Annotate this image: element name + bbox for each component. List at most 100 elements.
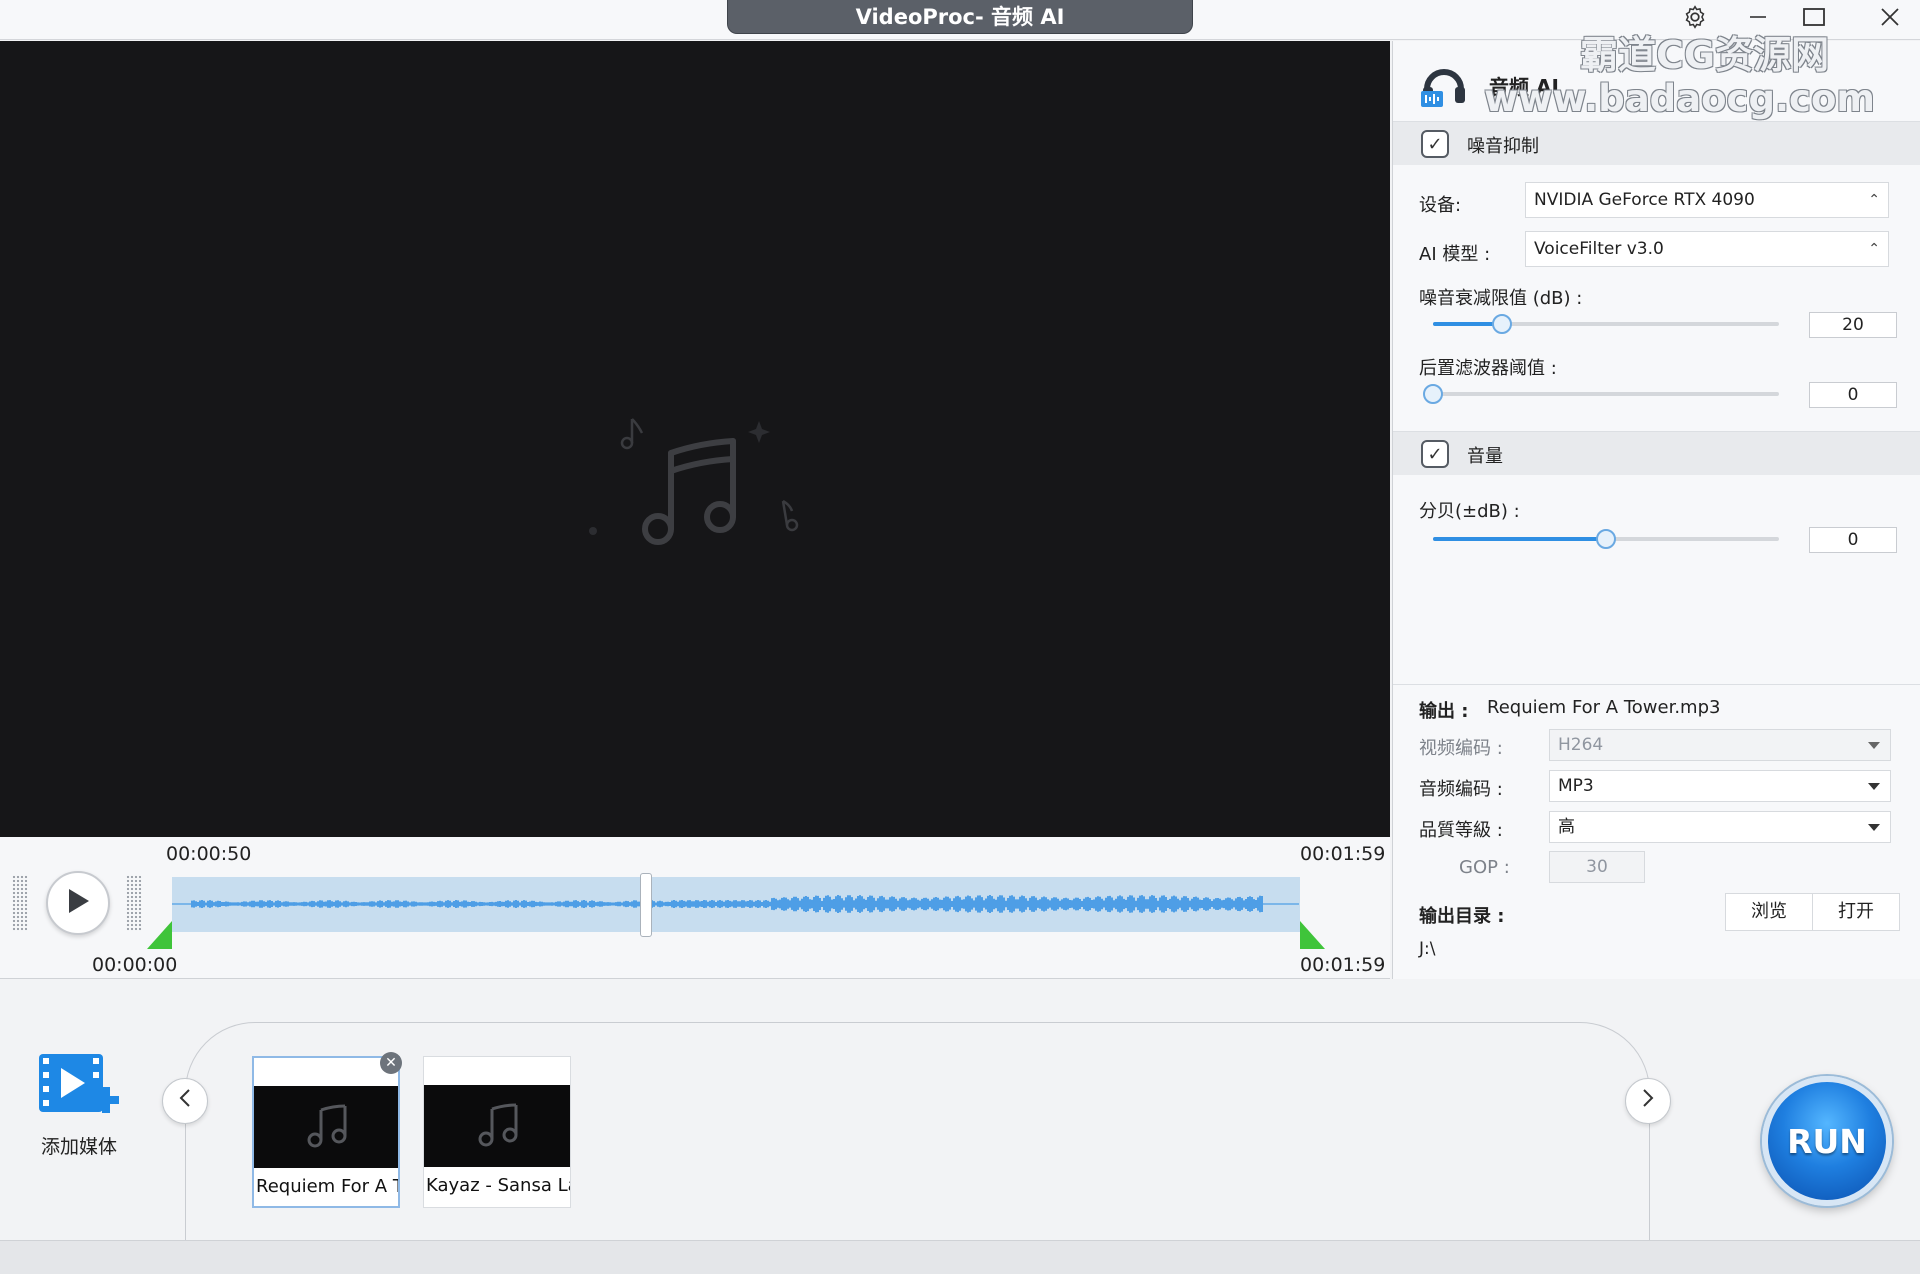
run-area: RUN bbox=[1726, 1070, 1920, 1220]
quality-label: 品質等級 : bbox=[1419, 820, 1503, 841]
db-slider[interactable] bbox=[1433, 529, 1779, 549]
updown-icon: ⌃ bbox=[1868, 241, 1880, 257]
output-filename: Requiem For A Tower.mp3 bbox=[1487, 697, 1721, 718]
output-dir-label: 输出目录 : bbox=[1419, 906, 1505, 927]
db-slider-knob[interactable] bbox=[1596, 529, 1616, 549]
window-title: VideoProc- 音频 AI bbox=[727, 0, 1193, 34]
prev-button[interactable] bbox=[162, 1078, 208, 1124]
video-codec-label: 视频编码 : bbox=[1419, 738, 1503, 759]
audio-codec-value: MP3 bbox=[1558, 776, 1594, 796]
quality-value: 高 bbox=[1558, 817, 1575, 837]
timeline-grip-right[interactable] bbox=[126, 875, 142, 931]
video-codec-value: H264 bbox=[1558, 735, 1604, 755]
db-slider-fill bbox=[1433, 537, 1606, 541]
minimize-icon bbox=[1748, 7, 1768, 33]
close-icon bbox=[1880, 7, 1900, 33]
audio-codec-label: 音频编码 : bbox=[1419, 779, 1503, 800]
add-media-label: 添加媒体 bbox=[40, 1136, 117, 1158]
divider bbox=[1393, 684, 1920, 685]
maximize-button[interactable] bbox=[1786, 0, 1842, 40]
volume-checkbox[interactable]: ✓ bbox=[1421, 440, 1449, 468]
device-label: 设备: bbox=[1419, 195, 1462, 216]
gop-label: GOP : bbox=[1459, 857, 1510, 878]
db-label: 分贝(±dB) : bbox=[1419, 501, 1520, 522]
postfilter-input[interactable]: 0 bbox=[1809, 382, 1897, 408]
add-media-button[interactable]: 添加媒体 bbox=[34, 1052, 124, 1159]
threshold-input[interactable]: 20 bbox=[1809, 312, 1897, 338]
device-value: NVIDIA GeForce RTX 4090 bbox=[1534, 190, 1755, 210]
db-input[interactable]: 0 bbox=[1809, 527, 1897, 553]
browse-button[interactable]: 浏览 bbox=[1725, 893, 1813, 931]
end-time-top: 00:01:59 bbox=[1300, 843, 1386, 865]
end-time-bottom: 00:01:59 bbox=[1300, 954, 1386, 976]
maximize-icon bbox=[1802, 7, 1826, 33]
waveform-path bbox=[171, 895, 1299, 913]
play-icon bbox=[65, 887, 91, 919]
remove-media-button[interactable]: ✕ bbox=[380, 1052, 402, 1074]
media-bar: 添加媒体 Requiem For A T ✕ Kayaz - Sansa La … bbox=[0, 980, 1920, 1274]
open-button[interactable]: 打开 bbox=[1812, 893, 1900, 931]
timeline: 00:00:50 00:01:59 00:00:00 00:01:59 bbox=[0, 837, 1390, 979]
threshold-label: 噪音衰减限值 (dB) : bbox=[1419, 288, 1583, 309]
output-label: 输出 : bbox=[1419, 701, 1469, 722]
next-button[interactable] bbox=[1625, 1078, 1671, 1124]
chevron-left-icon bbox=[178, 1088, 192, 1114]
audio-ai-panel: 音频 AI ✓ 噪音抑制 设备: NVIDIA GeForce RTX 4090… bbox=[1392, 41, 1920, 979]
audio-waveform[interactable] bbox=[171, 877, 1300, 932]
postfilter-slider-knob[interactable] bbox=[1423, 384, 1443, 404]
audio-ai-icon bbox=[1419, 59, 1469, 109]
check-icon: ✓ bbox=[1427, 443, 1443, 465]
video-preview bbox=[0, 41, 1390, 837]
settings-button[interactable] bbox=[1667, 0, 1723, 40]
noise-suppression-checkbox[interactable]: ✓ bbox=[1421, 130, 1449, 158]
status-strip bbox=[0, 1240, 1920, 1274]
media-item[interactable]: Requiem For A T ✕ bbox=[252, 1052, 402, 1208]
minimize-button[interactable] bbox=[1730, 0, 1786, 40]
ai-model-label: AI 模型 : bbox=[1419, 244, 1491, 265]
noise-suppression-section: ✓ 噪音抑制 bbox=[1393, 121, 1920, 165]
title-bar: VideoProc- 音频 AI bbox=[0, 0, 1920, 40]
close-button[interactable] bbox=[1862, 0, 1918, 40]
music-note-icon bbox=[472, 1099, 522, 1153]
panel-title: 音频 AI bbox=[1489, 75, 1559, 99]
device-select[interactable]: NVIDIA GeForce RTX 4090 ⌃ bbox=[1525, 182, 1889, 218]
chevron-down-icon bbox=[1868, 783, 1880, 790]
threshold-slider[interactable] bbox=[1433, 314, 1779, 334]
chevron-right-icon bbox=[1641, 1088, 1655, 1114]
media-thumbnail bbox=[254, 1086, 398, 1168]
quality-select[interactable]: 高 bbox=[1549, 811, 1891, 843]
timeline-grip-left[interactable] bbox=[12, 875, 28, 931]
volume-section: ✓ 音量 bbox=[1393, 431, 1920, 475]
ai-model-value: VoiceFilter v3.0 bbox=[1534, 239, 1664, 259]
music-note-icon bbox=[301, 1100, 351, 1154]
postfilter-label: 后置滤波器阈值 : bbox=[1419, 358, 1557, 379]
trim-start-marker[interactable] bbox=[147, 921, 172, 949]
media-item[interactable]: Kayaz - Sansa La bbox=[423, 1056, 571, 1208]
playhead[interactable] bbox=[639, 873, 652, 937]
chevron-down-icon bbox=[1868, 742, 1880, 749]
output-dir-path: J:\ bbox=[1419, 939, 1436, 959]
media-label: Kayaz - Sansa La bbox=[426, 1175, 570, 1196]
music-note-icon bbox=[589, 418, 799, 545]
check-icon: ✓ bbox=[1427, 133, 1443, 155]
video-codec-select: H264 bbox=[1549, 729, 1891, 761]
threshold-slider-knob[interactable] bbox=[1492, 314, 1513, 334]
start-time: 00:00:00 bbox=[92, 954, 178, 976]
noise-suppression-label: 噪音抑制 bbox=[1467, 136, 1539, 157]
panel-header: 音频 AI bbox=[1393, 41, 1920, 127]
current-time: 00:00:50 bbox=[166, 843, 252, 865]
chevron-down-icon bbox=[1868, 824, 1880, 831]
media-tray bbox=[185, 1022, 1650, 1274]
audio-codec-select[interactable]: MP3 bbox=[1549, 770, 1891, 802]
trim-end-marker[interactable] bbox=[1300, 921, 1325, 949]
add-video-icon bbox=[37, 1054, 121, 1124]
media-label: Requiem For A T bbox=[256, 1176, 398, 1197]
ai-model-select[interactable]: VoiceFilter v3.0 ⌃ bbox=[1525, 231, 1889, 267]
run-button[interactable]: RUN bbox=[1762, 1076, 1892, 1206]
postfilter-slider[interactable] bbox=[1423, 384, 1779, 404]
volume-label: 音量 bbox=[1467, 446, 1503, 467]
gop-input: 30 bbox=[1549, 851, 1645, 883]
media-thumbnail bbox=[424, 1085, 570, 1167]
gear-icon bbox=[1682, 4, 1708, 36]
play-button[interactable] bbox=[46, 871, 110, 935]
